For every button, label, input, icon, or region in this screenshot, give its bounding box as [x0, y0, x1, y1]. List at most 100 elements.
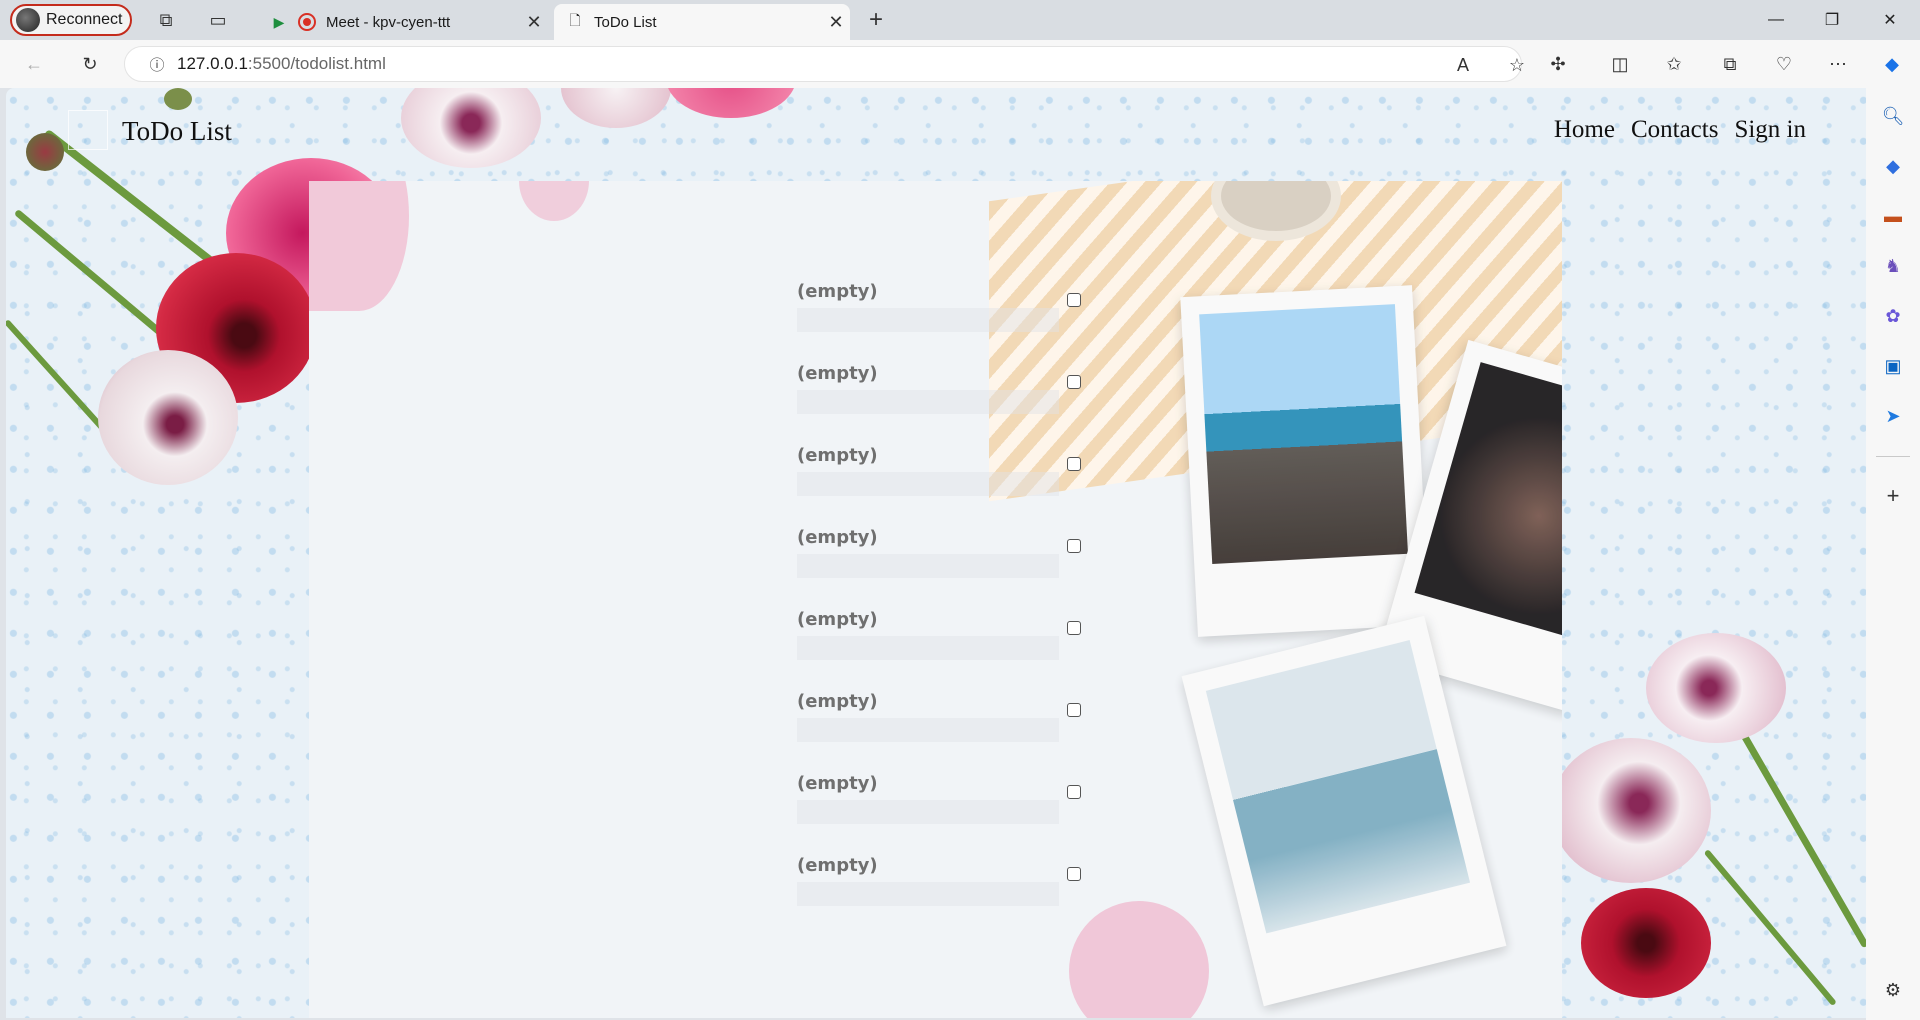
todo-item: (empty) — [797, 773, 1097, 855]
todo-item: (empty) — [797, 855, 1097, 937]
todo-label: (empty) — [797, 691, 878, 712]
todo-input[interactable] — [797, 718, 1059, 742]
close-window-icon[interactable]: ✕ — [1862, 0, 1918, 40]
split-screen-icon[interactable]: ◫ — [1604, 48, 1636, 80]
nav-contacts-link[interactable]: Contacts — [1631, 116, 1719, 144]
todo-label: (empty) — [797, 281, 878, 302]
copilot-app-icon[interactable]: ✿ — [1879, 302, 1907, 330]
todo-item: (empty) — [797, 527, 1097, 609]
todo-label: (empty) — [797, 855, 878, 876]
more-options-icon[interactable]: ⋯ — [1822, 48, 1854, 80]
todo-checkbox[interactable] — [1067, 457, 1081, 471]
todo-panel: (empty) (empty) (empty) (empty) (empty) — [309, 181, 1562, 1018]
red-ranunculus — [1581, 888, 1711, 998]
main-nav: Home Contacts Sign in — [1554, 116, 1806, 144]
close-tab-icon[interactable]: ✕ — [822, 12, 850, 33]
sidebar-divider — [1876, 456, 1910, 457]
white-ranunculus — [1646, 633, 1786, 743]
todo-item: (empty) — [797, 609, 1097, 691]
todo-label: (empty) — [797, 773, 878, 794]
avatar — [16, 8, 40, 32]
workspaces-icon[interactable]: ⧉ — [150, 4, 182, 36]
todo-checkbox[interactable] — [1067, 293, 1081, 307]
url-field[interactable]: ⓘ 127.0.0.1:5500/todolist.html A ☆ — [124, 46, 1525, 82]
todo-input[interactable] — [797, 554, 1059, 578]
copilot-icon[interactable]: ◆ — [1876, 48, 1908, 80]
faded-flower — [309, 181, 409, 311]
sea-photo — [1199, 304, 1408, 564]
todo-checkbox[interactable] — [1067, 785, 1081, 799]
address-bar-row: ← ↻ ⓘ 127.0.0.1:5500/todolist.html A ☆ ✣… — [0, 40, 1920, 88]
todo-item: (empty) — [797, 691, 1097, 773]
read-aloud-icon[interactable]: A — [1447, 49, 1479, 81]
todo-checkbox[interactable] — [1067, 539, 1081, 553]
page-favicon-icon: 🗋 — [569, 12, 581, 28]
nav-sign-in-link[interactable]: Sign in — [1734, 116, 1806, 144]
tab-meet[interactable]: ▶ Meet - kpv-cyen-ttt ✕ — [258, 4, 548, 40]
todo-input[interactable] — [797, 882, 1059, 906]
todo-checkbox[interactable] — [1067, 375, 1081, 389]
search-icon[interactable]: 🔍︎ — [1879, 102, 1907, 130]
todo-item: (empty) — [797, 445, 1097, 527]
edge-sidebar: 🔍︎ ◆ ▬ ♞ ✿ ▣ ➤ + ⚙ — [1866, 88, 1920, 1020]
todo-page: ToDo List Home Contacts Sign in (empty) … — [6, 88, 1866, 1018]
reconnect-profile-button[interactable]: Reconnect — [10, 4, 132, 36]
todo-checkbox[interactable] — [1067, 621, 1081, 635]
send-icon[interactable]: ➤ — [1879, 402, 1907, 430]
settings-icon[interactable]: ⚙ — [1879, 976, 1907, 1004]
url-text: 127.0.0.1:5500/todolist.html — [177, 54, 386, 74]
todo-input[interactable] — [797, 636, 1059, 660]
outlook-icon[interactable]: ▣ — [1879, 352, 1907, 380]
reconnect-label: Reconnect — [46, 11, 123, 28]
browser-essentials-icon[interactable]: ♡ — [1768, 48, 1800, 80]
todo-checkbox[interactable] — [1067, 703, 1081, 717]
recording-icon — [298, 13, 316, 31]
browser-tab-bar: Reconnect ⧉ ▭ ▶ Meet - kpv-cyen-ttt ✕ 🗋 … — [0, 0, 1920, 40]
minimize-icon[interactable]: — — [1748, 0, 1804, 40]
faded-flower — [519, 181, 589, 221]
tab-label: ToDo List — [594, 13, 657, 31]
todo-input[interactable] — [797, 308, 1059, 332]
site-header: ToDo List Home Contacts Sign in — [6, 88, 1866, 180]
flower-stem — [6, 318, 109, 435]
todo-input[interactable] — [797, 800, 1059, 824]
tag-icon[interactable]: ◆ — [1879, 152, 1907, 180]
todo-item: (empty) — [797, 281, 1097, 363]
refresh-icon[interactable]: ↻ — [74, 48, 106, 80]
favorites-icon[interactable]: ✩ — [1658, 48, 1690, 80]
todo-list: (empty) (empty) (empty) (empty) (empty) — [797, 281, 1097, 937]
todo-label: (empty) — [797, 363, 878, 384]
flower-stem — [1703, 849, 1837, 1007]
meet-favicon-icon: ▶ — [273, 13, 285, 30]
todo-label: (empty) — [797, 445, 878, 466]
todo-label: (empty) — [797, 527, 878, 548]
todo-input[interactable] — [797, 390, 1059, 414]
white-ranunculus — [98, 350, 238, 485]
todo-item: (empty) — [797, 363, 1097, 445]
url-host: 127.0.0.1 — [177, 54, 248, 73]
add-icon[interactable]: + — [1879, 482, 1907, 510]
close-tab-icon[interactable]: ✕ — [520, 12, 548, 33]
tab-label: Meet - kpv-cyen-ttt — [326, 13, 451, 31]
nav-home-link[interactable]: Home — [1554, 116, 1615, 144]
favorite-star-icon[interactable]: ☆ — [1501, 49, 1533, 81]
back-icon[interactable]: ← — [18, 48, 50, 80]
todo-label: (empty) — [797, 609, 878, 630]
games-icon[interactable]: ♞ — [1879, 252, 1907, 280]
new-tab-icon[interactable]: + — [860, 4, 892, 36]
url-path: :5500/todolist.html — [247, 54, 386, 73]
tab-todo-list[interactable]: 🗋 ToDo List ✕ — [554, 4, 850, 40]
logo-box — [68, 110, 108, 150]
toolbox-icon[interactable]: ▬ — [1879, 202, 1907, 230]
white-ranunculus — [1551, 738, 1711, 883]
collections-icon[interactable]: ⧉ — [1714, 48, 1746, 80]
extensions-icon[interactable]: ✣ — [1542, 48, 1574, 80]
restore-icon[interactable]: ❐ — [1804, 0, 1860, 40]
todo-input[interactable] — [797, 472, 1059, 496]
site-info-icon[interactable]: ⓘ — [137, 54, 177, 75]
beach-photo — [1205, 640, 1471, 934]
todo-checkbox[interactable] — [1067, 867, 1081, 881]
flower-stem — [1732, 719, 1866, 949]
site-title: ToDo List — [122, 116, 232, 146]
tab-actions-icon[interactable]: ▭ — [202, 4, 234, 36]
